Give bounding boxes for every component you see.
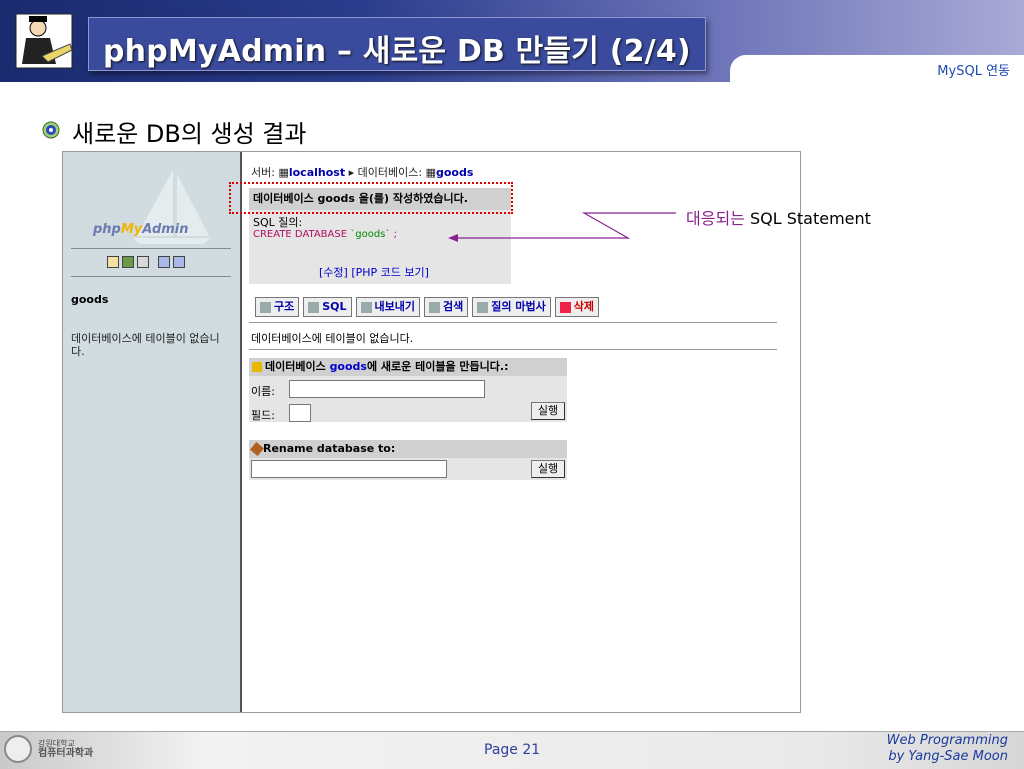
db-icon: ▦ [425,166,436,179]
sql-icon [308,301,320,313]
tab-search[interactable]: 검색 [424,297,469,317]
create-table-header: 데이터베이스 goods에 새로운 테이블을 만듭니다.: [249,358,567,376]
left-no-tables-msg: 데이터베이스에 테이블이 없습니다. [71,332,220,358]
professor-logo-icon [12,8,82,74]
tab-export[interactable]: 내보내기 [355,297,421,317]
search-icon [429,301,441,313]
export-icon [360,301,372,313]
arrow-right-icon: ▸ [348,166,355,179]
sql-icon[interactable] [137,256,149,268]
university-name: 강원대학교 컴퓨터과학과 [38,739,94,759]
breadcrumb: 서버: ▦localhost ▸ 데이터베이스: ▦goods [251,166,474,179]
tab-drop[interactable]: 삭제 [554,297,599,317]
slide-title: phpMyAdmin – 새로운 DB 만들기 (2/4) [103,34,691,69]
sql-statement: CREATE DATABASE `goods` ; [253,229,397,240]
rename-go-button[interactable]: 실행 [531,460,565,478]
slide-title-box: phpMyAdmin – 새로운 DB 만들기 (2/4) [88,17,706,71]
rename-db-input[interactable] [251,460,447,478]
page-number: Page 21 [484,742,541,758]
server-icon: ▦ [278,166,289,179]
breadcrumb-db[interactable]: goods [436,166,473,179]
highlight-box [229,182,513,214]
tab-sql[interactable]: SQL [303,297,352,317]
structure-icon [260,301,271,313]
sql-query-label: SQL 질의: [253,216,303,229]
no-tables-message: 데이터베이스에 테이블이 없습니다. [251,332,414,345]
delete-icon [559,301,571,313]
section-link[interactable]: MySQL 연동 [937,60,1010,79]
docs-icon[interactable] [173,256,185,268]
breadcrumb-host[interactable]: localhost [289,166,345,179]
fields-label: 필드: [251,409,275,422]
pma-main-frame: 서버: ▦localhost ▸ 데이터베이스: ▦goods 데이터베이스 g… [229,152,799,712]
left-icon-bar [107,256,185,268]
divider [249,322,777,323]
divider [71,248,231,249]
divider [71,276,231,277]
new-table-icon [252,362,262,372]
annotation-label: 대응되는 SQL Statement [686,209,871,228]
rename-db-header: Rename database to: [249,440,567,458]
pma-tabs: 구조 SQL 내보내기 검색 질의 마법사 삭제 [255,297,599,317]
tab-query-wizard[interactable]: 질의 마법사 [472,297,551,317]
pma-screenshot: phpMyAdmin goods 데이터베이스에 테이블이 없습니다. 서버: … [62,151,801,713]
query-wizard-icon [477,301,489,313]
name-label: 이름: [251,385,275,398]
database-icon[interactable] [122,256,134,268]
table-name-input[interactable] [289,380,485,398]
university-seal-icon [4,735,32,763]
create-table-form: 데이터베이스 goods에 새로운 테이블을 만듭니다.: 이름: 필드: 실행 [249,358,567,422]
pma-logo[interactable]: phpMyAdmin [93,222,189,237]
bullet-emblem-icon [42,121,60,139]
fields-count-input[interactable] [289,404,311,422]
left-db-name[interactable]: goods [71,293,108,306]
edit-links[interactable]: [수정] [PHP 코드 보기] [319,264,429,280]
create-table-go-button[interactable]: 실행 [531,402,565,420]
home-icon[interactable] [107,256,119,268]
divider [249,349,777,350]
query-icon[interactable] [158,256,170,268]
rename-db-form: Rename database to: 실행 [249,440,567,480]
tab-structure[interactable]: 구조 [255,297,300,317]
pma-left-frame: phpMyAdmin goods 데이터베이스에 테이블이 없습니다. [63,152,242,712]
slide-subtitle: 새로운 DB의 생성 결과 [72,120,307,148]
footer-credit: Web Programming by Yang-Sae Moon [886,733,1008,764]
